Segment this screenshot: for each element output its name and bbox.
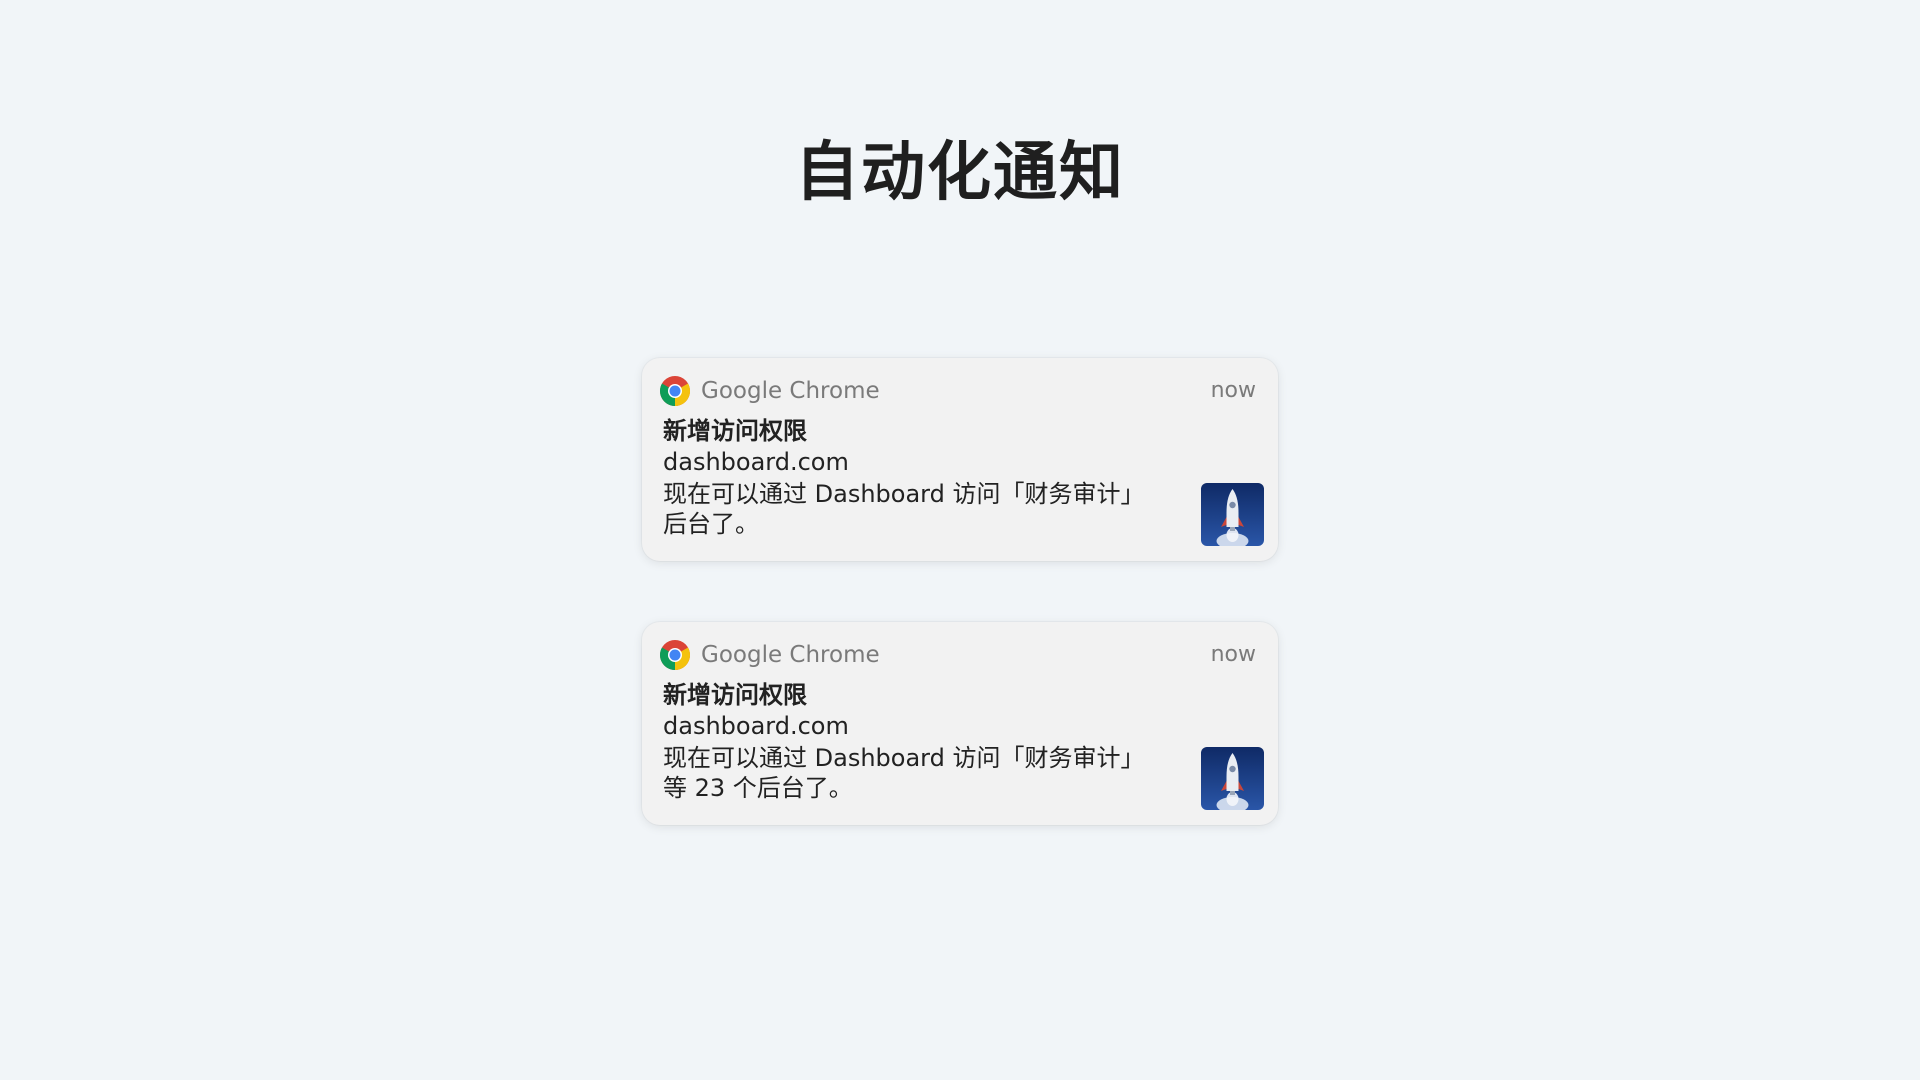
page-title: 自动化通知 xyxy=(795,136,1125,210)
rocket-image xyxy=(1201,747,1264,810)
notification-site: dashboard.com xyxy=(663,448,849,476)
app-name: Google Chrome xyxy=(701,378,880,404)
notification-site: dashboard.com xyxy=(663,712,849,740)
chrome-icon xyxy=(659,375,691,407)
notification-message: 现在可以通过 Dashboard 访问「财务审计」等 23 个后台了。 xyxy=(663,744,1133,802)
notification-message: 现在可以通过 Dashboard 访问「财务审计」后台了。 xyxy=(663,480,1133,538)
chrome-icon xyxy=(659,639,691,671)
rocket-image xyxy=(1201,483,1264,546)
notification-card[interactable]: Google Chrome now 新增访问权限 dashboard.com 现… xyxy=(642,622,1278,825)
notification-card[interactable]: Google Chrome now 新增访问权限 dashboard.com 现… xyxy=(642,358,1278,561)
notification-title: 新增访问权限 xyxy=(663,681,807,709)
notification-time: now xyxy=(1210,642,1256,667)
notification-time: now xyxy=(1210,378,1256,403)
notification-title: 新增访问权限 xyxy=(663,417,807,445)
app-name: Google Chrome xyxy=(701,642,880,668)
